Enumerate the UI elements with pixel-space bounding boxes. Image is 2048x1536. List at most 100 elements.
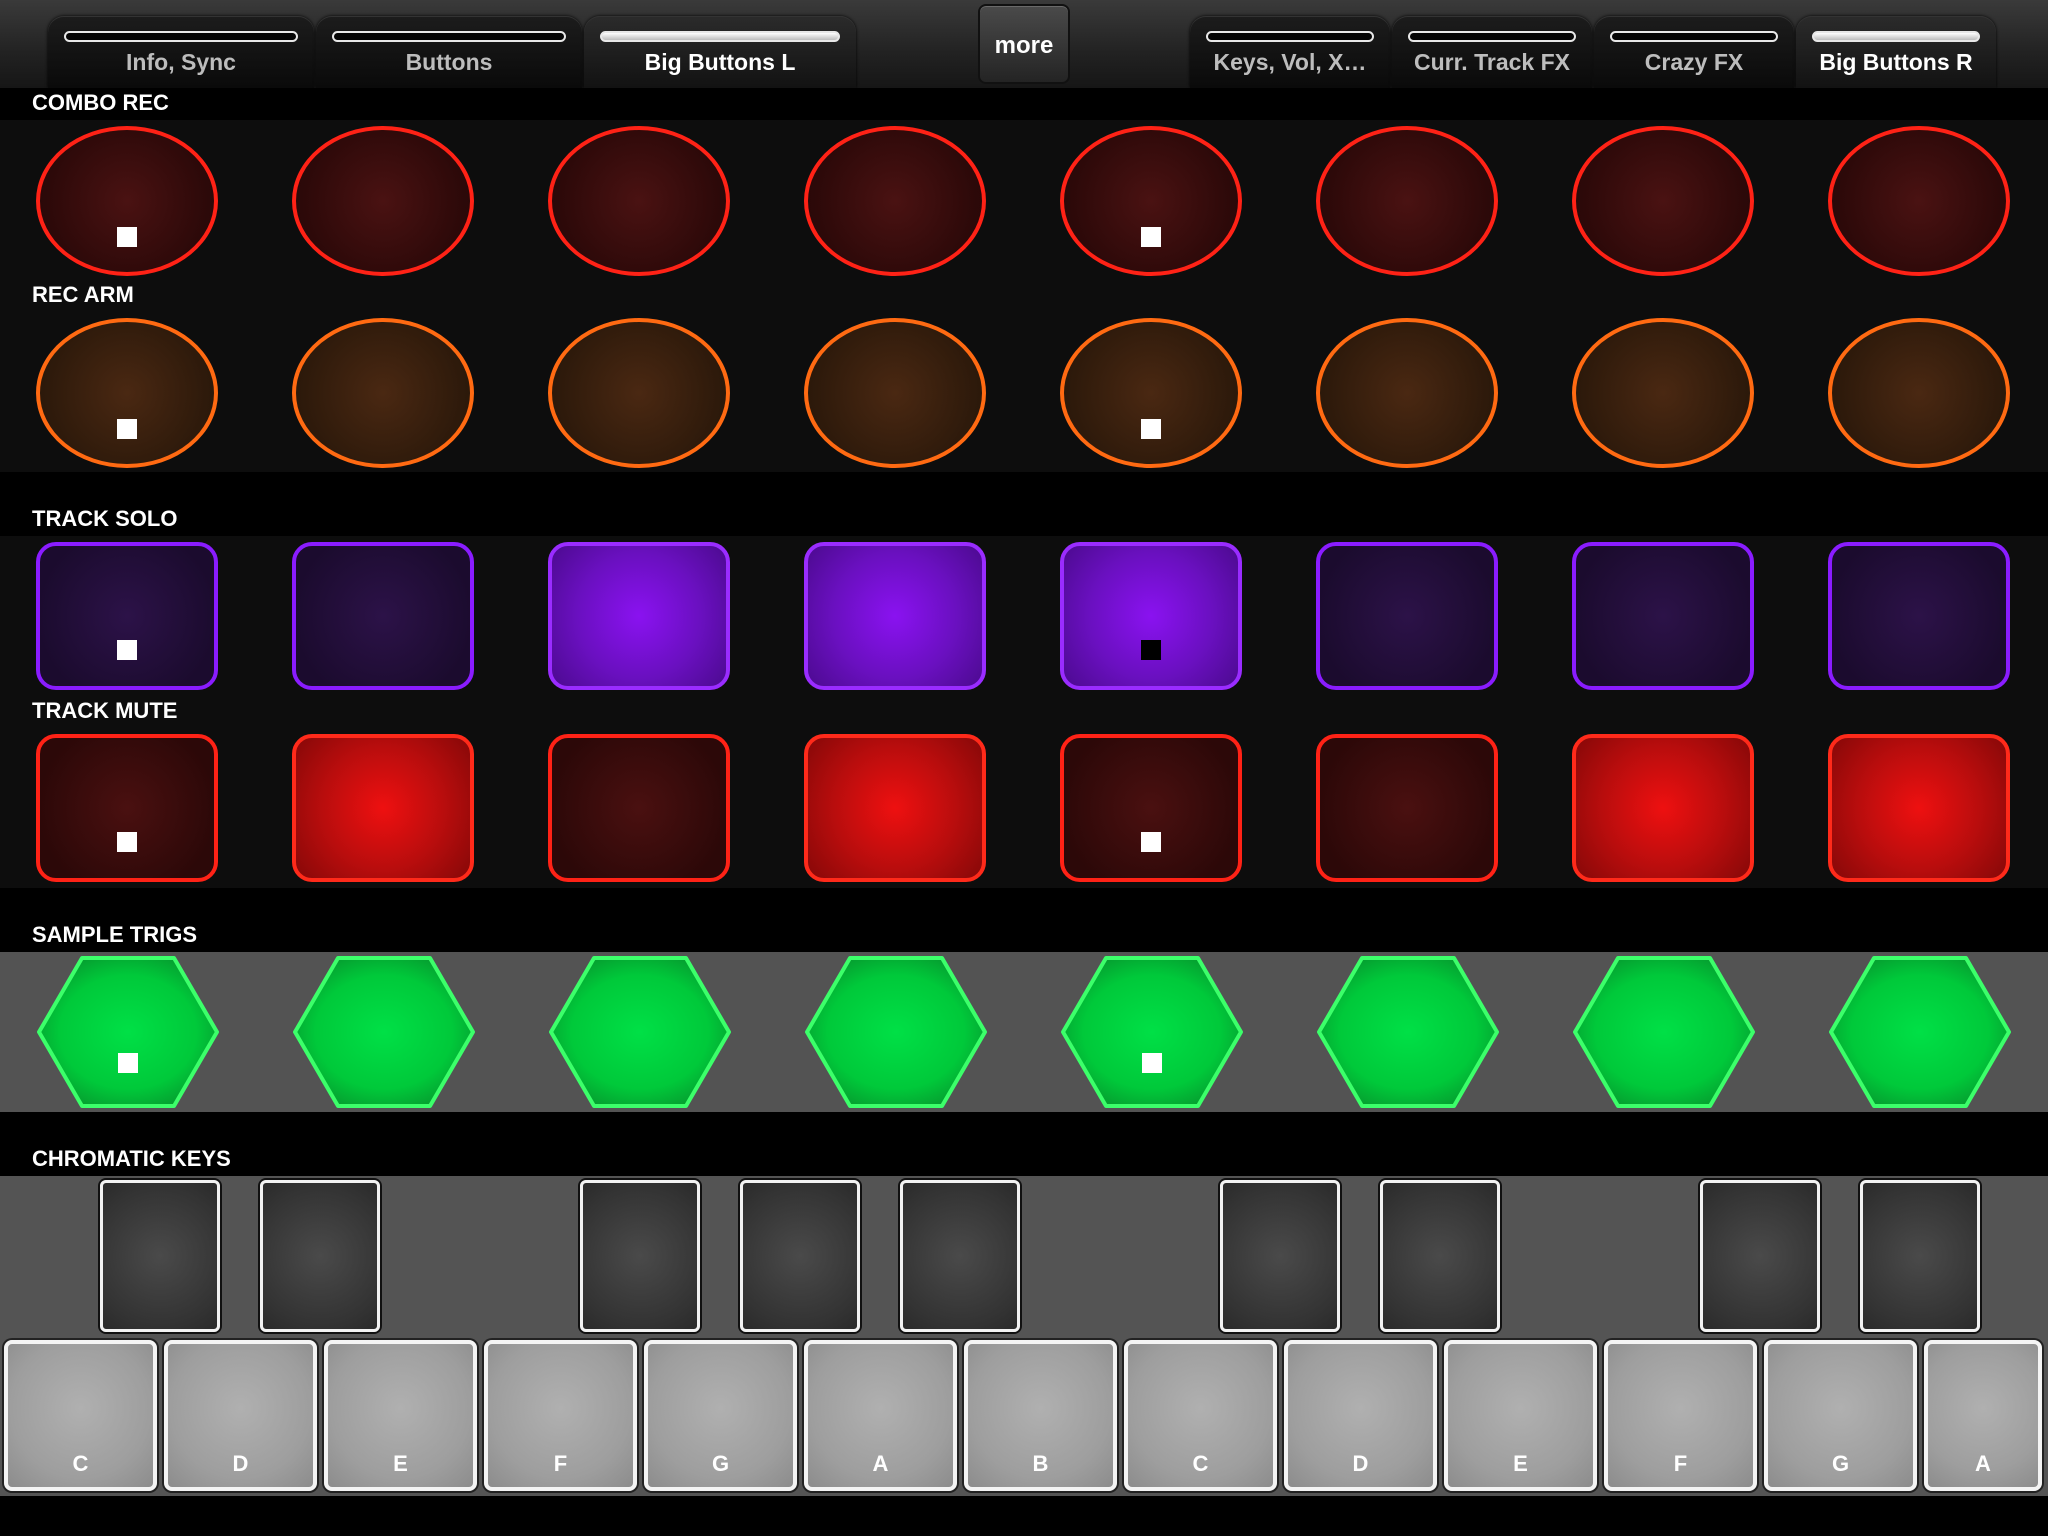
black-key[interactable]: [900, 1180, 1020, 1332]
tab-keys-vol[interactable]: Keys, Vol, X…: [1190, 16, 1390, 88]
white-key[interactable]: F: [1604, 1340, 1757, 1491]
combo-rec-button[interactable]: [36, 126, 218, 276]
pad-marker: [117, 832, 137, 852]
white-key[interactable]: G: [1764, 1340, 1917, 1491]
hexagon-outline: [549, 956, 731, 1108]
white-key-label: B: [1032, 1451, 1049, 1476]
track-mute-button[interactable]: [1060, 734, 1242, 882]
hexagon-shape: [549, 956, 731, 1108]
track-mute-button[interactable]: [548, 734, 730, 882]
track-solo-button[interactable]: [1316, 542, 1498, 690]
white-key[interactable]: C: [1124, 1340, 1277, 1491]
black-key[interactable]: [1700, 1180, 1820, 1332]
black-key[interactable]: [1220, 1180, 1340, 1332]
white-key[interactable]: B: [964, 1340, 1117, 1491]
track-mute-button[interactable]: [1828, 734, 2010, 882]
track-solo-button[interactable]: [36, 542, 218, 690]
tab-big-buttons-r[interactable]: Big Buttons R: [1796, 16, 1996, 88]
rec-arm-button[interactable]: [1060, 318, 1242, 468]
white-key[interactable]: G: [644, 1340, 797, 1491]
chromatic-keys-label: CHROMATIC KEYS: [32, 1146, 231, 1171]
sample-trig-button[interactable]: [292, 955, 476, 1109]
white-key-label: E: [393, 1451, 408, 1476]
white-key[interactable]: F: [484, 1340, 637, 1491]
combo-rec-button[interactable]: [292, 126, 474, 276]
black-key[interactable]: [260, 1180, 380, 1332]
pad-marker: [117, 419, 137, 439]
rec-arm-button[interactable]: [1572, 318, 1754, 468]
tab-curr-track-fx[interactable]: Curr. Track FX: [1392, 16, 1592, 88]
rec-arm-button[interactable]: [548, 318, 730, 468]
white-key[interactable]: A: [1924, 1340, 2042, 1491]
hexagon-shape: [293, 956, 475, 1108]
combo-rec-button[interactable]: [1316, 126, 1498, 276]
track-mute-label: TRACK MUTE: [32, 698, 178, 723]
rec-arm-button[interactable]: [804, 318, 986, 468]
combo-rec-button[interactable]: [1060, 126, 1242, 276]
white-key[interactable]: D: [164, 1340, 317, 1491]
hexagon-shape: [1573, 956, 1755, 1108]
tab-indicator: [64, 31, 298, 42]
track-mute-button[interactable]: [1572, 734, 1754, 882]
white-key[interactable]: E: [1444, 1340, 1597, 1491]
combo-rec-button[interactable]: [548, 126, 730, 276]
hexagon-outline: [805, 956, 987, 1108]
tab-label: Keys, Vol, X…: [1213, 49, 1367, 75]
track-mute-button[interactable]: [36, 734, 218, 882]
pad-marker: [1141, 419, 1161, 439]
white-key-label: D: [1352, 1451, 1369, 1476]
more-button-label: more: [994, 32, 1054, 59]
sample-trig-button[interactable]: [1060, 955, 1244, 1109]
combo-rec-button[interactable]: [804, 126, 986, 276]
sample-trig-button[interactable]: [1828, 955, 2012, 1109]
rec-arm-button[interactable]: [36, 318, 218, 468]
white-key-label: D: [232, 1451, 249, 1476]
tab-crazy-fx[interactable]: Crazy FX: [1594, 16, 1794, 88]
combo-rec-button[interactable]: [1572, 126, 1754, 276]
more-button[interactable]: more: [978, 4, 1070, 84]
rec-arm-button[interactable]: [1316, 318, 1498, 468]
black-key[interactable]: [100, 1180, 220, 1332]
sample-trig-button[interactable]: [36, 955, 220, 1109]
tab-indicator: [600, 31, 840, 42]
track-solo-button[interactable]: [548, 542, 730, 690]
white-key[interactable]: E: [324, 1340, 477, 1491]
black-key[interactable]: [740, 1180, 860, 1332]
track-mute-button[interactable]: [804, 734, 986, 882]
sample-trig-button[interactable]: [1316, 955, 1500, 1109]
tab-indicator: [1812, 31, 1980, 42]
sample-trig-button[interactable]: [804, 955, 988, 1109]
hexagon-outline: [37, 956, 219, 1108]
track-mute-button[interactable]: [292, 734, 474, 882]
track-solo-button[interactable]: [804, 542, 986, 690]
tab-label: Buttons: [405, 49, 493, 75]
tab-label: Crazy FX: [1644, 49, 1744, 75]
track-solo-button[interactable]: [1828, 542, 2010, 690]
tab-big-buttons-l[interactable]: Big Buttons L: [584, 16, 856, 88]
white-key[interactable]: A: [804, 1340, 957, 1491]
tab-buttons[interactable]: Buttons: [316, 16, 582, 88]
track-solo-button[interactable]: [1572, 542, 1754, 690]
white-key-label: C: [1192, 1451, 1209, 1476]
hexagon-outline: [1573, 956, 1755, 1108]
sample-trigs-label: SAMPLE TRIGS: [32, 922, 198, 947]
track-solo-button[interactable]: [292, 542, 474, 690]
track-solo-label: TRACK SOLO: [32, 506, 178, 531]
black-key[interactable]: [1380, 1180, 1500, 1332]
hexagon-outline: [1317, 956, 1499, 1108]
rec-arm-button[interactable]: [1828, 318, 2010, 468]
combo-rec-button[interactable]: [1828, 126, 2010, 276]
rec-arm-button[interactable]: [292, 318, 474, 468]
pad-marker: [118, 1053, 138, 1073]
tab-info-sync[interactable]: Info, Sync: [48, 16, 314, 88]
black-key[interactable]: [580, 1180, 700, 1332]
sample-trig-button[interactable]: [1572, 955, 1756, 1109]
track-solo-button[interactable]: [1060, 542, 1242, 690]
track-mute-button[interactable]: [1316, 734, 1498, 882]
white-key[interactable]: D: [1284, 1340, 1437, 1491]
black-key[interactable]: [1860, 1180, 1980, 1332]
white-key[interactable]: C: [4, 1340, 157, 1491]
sample-trig-button[interactable]: [548, 955, 732, 1109]
hexagon-shape: [1061, 956, 1243, 1108]
pad-marker: [1142, 1053, 1162, 1073]
